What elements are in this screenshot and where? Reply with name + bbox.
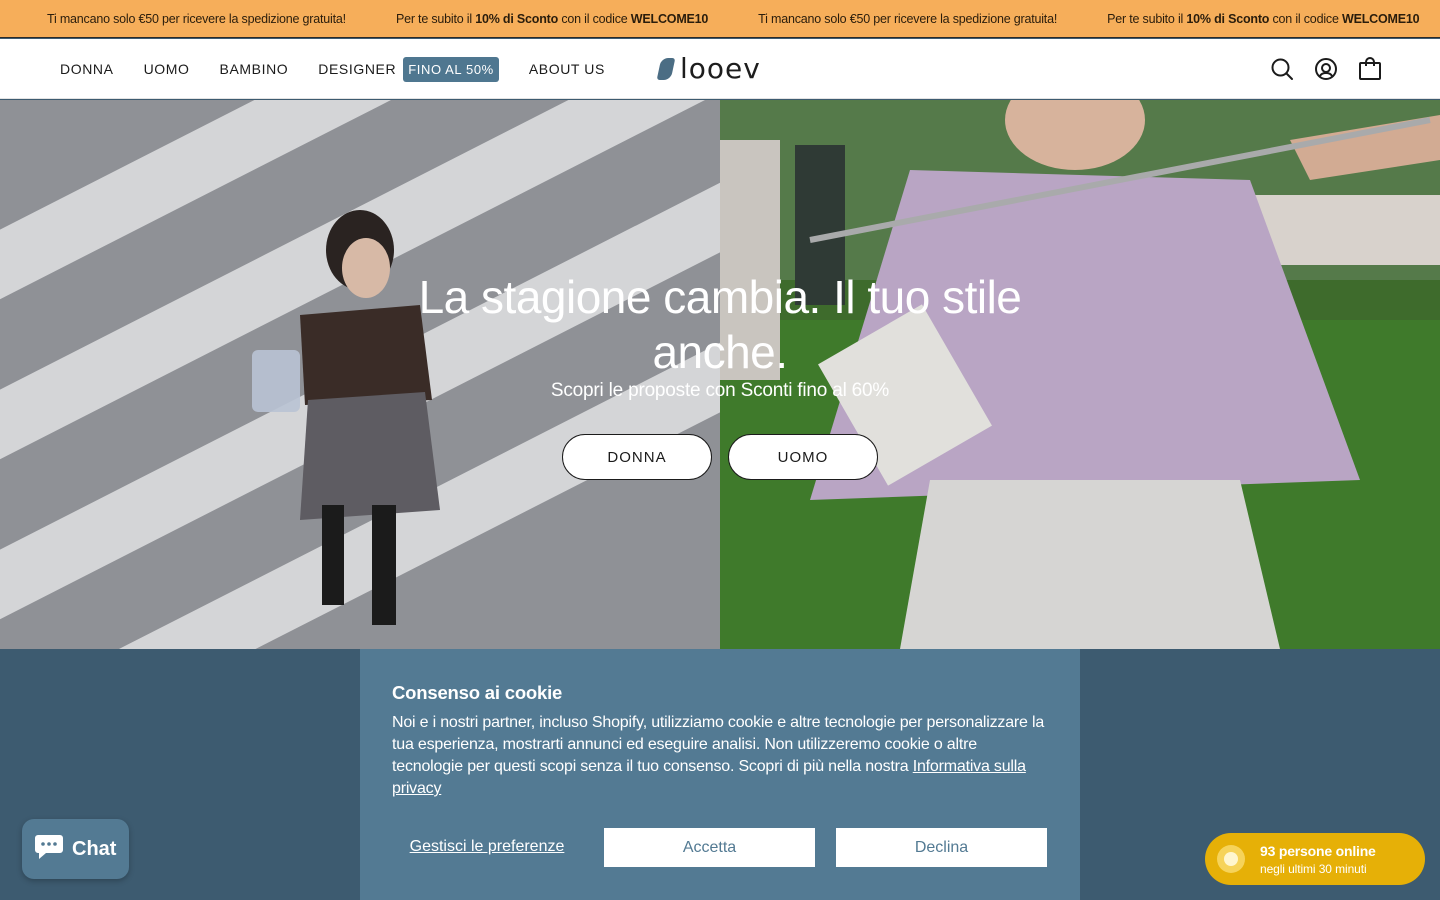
header-actions — [1270, 55, 1382, 83]
cookie-consent-banner: Consenso ai cookie Noi e i nostri partne… — [360, 649, 1080, 900]
announcement-bar: Ti mancano solo €50 per ricevere la sped… — [0, 0, 1440, 38]
hero-title: La stagione cambia. Il tuo stile anche. — [418, 271, 1022, 378]
cart-bag-icon[interactable] — [1358, 55, 1382, 83]
hero-button-donna[interactable]: DONNA — [562, 434, 712, 480]
search-icon[interactable] — [1270, 55, 1294, 83]
online-visitors-badge[interactable]: 93 persone online negli ultimi 30 minuti — [1205, 833, 1425, 885]
logo-mark-icon — [656, 58, 676, 80]
cookie-title: Consenso ai cookie — [392, 682, 563, 703]
nav-item-donna[interactable]: DONNA — [60, 61, 114, 77]
chat-widget-button[interactable]: Chat — [22, 819, 129, 879]
announcement-message: Per te subito il 10% di Sconto con il co… — [395, 12, 709, 26]
logo-text: looev — [680, 52, 761, 85]
account-icon[interactable] — [1314, 55, 1338, 83]
hero-button-uomo[interactable]: UOMO — [728, 434, 878, 480]
site-logo[interactable]: looev — [656, 52, 761, 85]
online-count: 93 persone online — [1260, 843, 1376, 859]
nav-item-about-us[interactable]: ABOUT US — [529, 61, 605, 77]
decline-cookies-button[interactable]: Declina — [836, 828, 1047, 867]
nav-item-designer[interactable]: DESIGNER FINO AL 50% — [318, 56, 499, 82]
manage-preferences-button[interactable]: Gestisci le preferenze — [392, 827, 582, 867]
main-nav: DONNA UOMO BAMBINO DESIGNER FINO AL 50% … — [60, 39, 635, 99]
online-period: negli ultimi 30 minuti — [1260, 862, 1367, 876]
chat-bubble-icon — [34, 833, 64, 866]
announcement-message: Ti mancano solo €50 per ricevere la sped… — [47, 12, 346, 26]
nav-item-uomo[interactable]: UOMO — [144, 61, 190, 77]
accept-cookies-button[interactable]: Accetta — [604, 828, 815, 867]
hero-subtitle: Scopri le proposte con Sconti fino al 60… — [550, 380, 890, 401]
nav-item-bambino[interactable]: BAMBINO — [220, 61, 289, 77]
cookie-text: Noi e i nostri partner, incluso Shopify,… — [392, 712, 1052, 800]
announcement-message: Per te subito il 10% di Sconto con il co… — [1107, 12, 1420, 26]
pulse-dot-icon — [1217, 845, 1245, 873]
announcement-message: Ti mancano solo €50 per ricevere la sped… — [758, 12, 1058, 26]
discount-badge: FINO AL 50% — [403, 56, 499, 82]
hero-banner: La stagione cambia. Il tuo stile anche. … — [0, 100, 1440, 649]
chat-label: Chat — [72, 837, 117, 860]
site-header: DONNA UOMO BAMBINO DESIGNER FINO AL 50% … — [0, 39, 1440, 99]
